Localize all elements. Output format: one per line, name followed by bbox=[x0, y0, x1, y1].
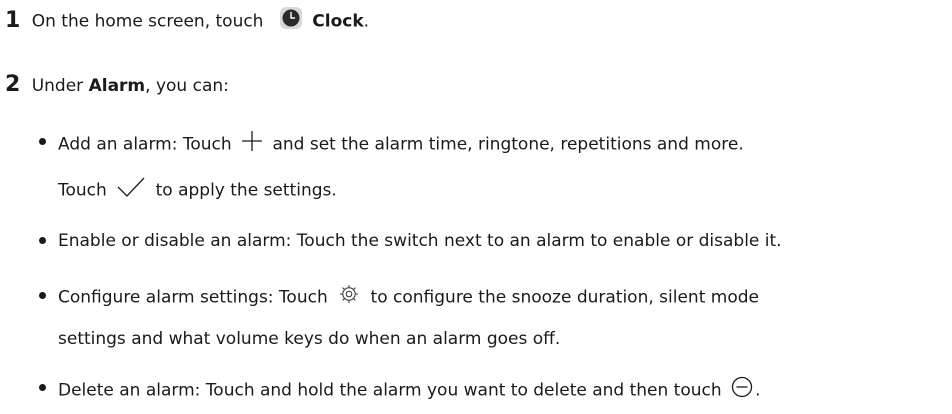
bullet-text: Enable or disable an alarm: Touch the sw… bbox=[58, 231, 782, 251]
step-text-end: , you can: bbox=[145, 76, 229, 96]
bullet-text: Add an alarm: Touch bbox=[58, 134, 232, 155]
bullet-text: to apply the settings. bbox=[155, 180, 337, 201]
bullet-add-alarm-cont: Touch to apply the settings. bbox=[58, 176, 337, 205]
bullet-text: settings and what volume keys do when an… bbox=[58, 329, 561, 349]
bullet-enable: Enable or disable an alarm: Touch the sw… bbox=[58, 229, 782, 253]
clock-app-name: Clock bbox=[312, 11, 364, 32]
bullet-configure-cont: settings and what volume keys do when an… bbox=[58, 327, 560, 351]
checkmark-icon bbox=[116, 176, 146, 205]
bullet-dot bbox=[39, 237, 46, 244]
bullet-text: Delete an alarm: Touch and hold the alar… bbox=[58, 380, 722, 401]
step-number: 2 bbox=[5, 72, 21, 97]
bullet-dot bbox=[39, 384, 46, 391]
bullet-text: and set the alarm time, ringtone, repeti… bbox=[272, 134, 744, 155]
alarm-tab-name: Alarm bbox=[88, 76, 146, 96]
period: . bbox=[755, 380, 761, 401]
step-text: Under bbox=[31, 76, 84, 96]
bullet-delete: Delete an alarm: Touch and hold the alar… bbox=[58, 376, 760, 405]
plus-icon bbox=[241, 130, 263, 159]
minus-circle-icon bbox=[731, 376, 753, 405]
bullet-text: to configure the snooze duration, silent… bbox=[370, 287, 759, 308]
bullet-add-alarm: Add an alarm: Touch and set the alarm ti… bbox=[58, 130, 744, 159]
gear-icon bbox=[339, 284, 359, 311]
bullet-text: Configure alarm settings: Touch bbox=[58, 287, 328, 308]
clock-app-icon bbox=[279, 6, 303, 37]
step-1: 1 On the home screen, touch Clock. bbox=[5, 6, 369, 37]
step-2: 2 Under Alarm, you can: bbox=[5, 73, 229, 98]
step-number: 1 bbox=[5, 7, 21, 33]
bullet-configure: Configure alarm settings: Touch to confi… bbox=[58, 284, 759, 311]
step-text: On the home screen, touch bbox=[31, 11, 264, 32]
bullet-text: Touch bbox=[58, 180, 107, 201]
bullet-dot bbox=[39, 138, 46, 145]
bullet-dot bbox=[39, 292, 46, 299]
period: . bbox=[363, 11, 370, 32]
